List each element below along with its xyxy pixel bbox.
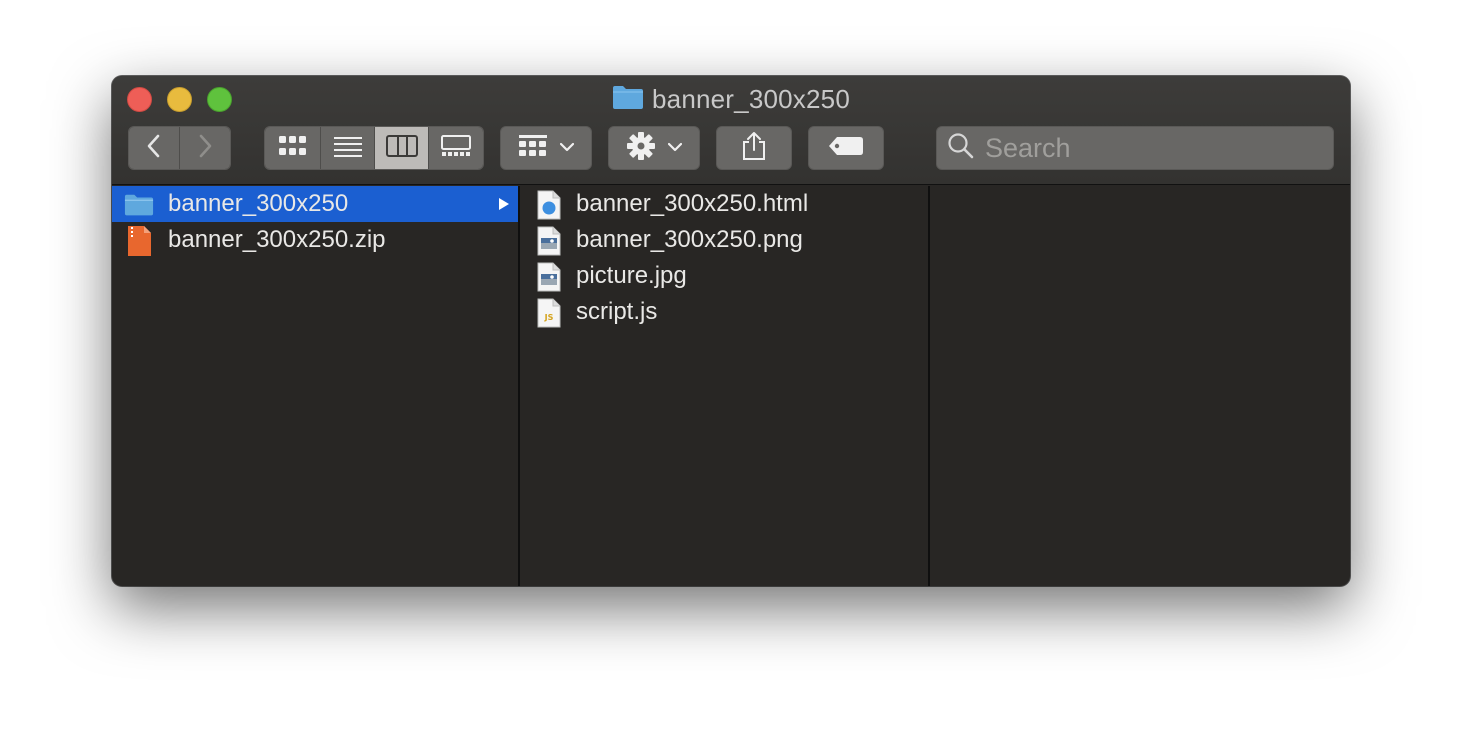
title-bar: banner_300x250: [112, 76, 1350, 185]
column-browser: banner_300x250 banner_300x250.zip banner…: [112, 186, 1350, 586]
share-button[interactable]: [716, 126, 792, 170]
chevron-down-icon: [559, 139, 575, 157]
chevron-down-icon: [667, 139, 683, 157]
column-view-button[interactable]: [375, 127, 429, 169]
action-menu-button[interactable]: [608, 126, 700, 170]
chevron-left-icon: [145, 133, 163, 164]
column-3-empty: [930, 186, 1350, 586]
folder-icon: [612, 84, 644, 115]
group-by-icon: [518, 134, 548, 163]
list-item-jpg[interactable]: picture.jpg: [520, 258, 928, 294]
share-icon: [741, 131, 767, 166]
list-view-button[interactable]: [321, 127, 375, 169]
list-item-png[interactable]: banner_300x250.png: [520, 222, 928, 258]
column-1: banner_300x250 banner_300x250.zip: [112, 186, 520, 586]
gallery-icon: [441, 134, 471, 162]
search-input[interactable]: [985, 132, 1325, 164]
folder-icon: [124, 190, 154, 220]
list-item-folder[interactable]: banner_300x250: [112, 186, 518, 222]
forward-button[interactable]: [179, 127, 230, 169]
list-item-js[interactable]: JS script.js: [520, 294, 928, 330]
html-file-icon: [534, 190, 564, 220]
list-item-label: banner_300x250: [168, 190, 349, 217]
list-item-label: banner_300x250.zip: [168, 226, 386, 253]
list-item-zip[interactable]: banner_300x250.zip: [112, 222, 518, 258]
image-file-icon: [534, 262, 564, 292]
zip-file-icon: [124, 226, 154, 256]
finder-window: banner_300x250 Search banner_300x250 ban…: [112, 76, 1350, 586]
back-button[interactable]: [129, 127, 180, 169]
list-item-label: script.js: [576, 298, 658, 325]
list-icon: [333, 135, 363, 162]
window-title: banner_300x250: [652, 83, 850, 114]
search-field[interactable]: [936, 126, 1334, 170]
tags-button[interactable]: [808, 126, 884, 170]
chevron-right-icon: [196, 133, 214, 164]
list-item-html[interactable]: banner_300x250.html: [520, 186, 928, 222]
column-2: banner_300x250.html banner_300x250.png p…: [520, 186, 930, 586]
group-by-button[interactable]: [500, 126, 592, 170]
tag-icon: [828, 136, 864, 161]
image-file-icon: [534, 226, 564, 256]
icon-view-button[interactable]: [265, 127, 321, 169]
disclosure-triangle-icon: [494, 194, 514, 214]
svg-text:JS: JS: [544, 313, 554, 322]
gallery-view-button[interactable]: [429, 127, 483, 169]
js-file-icon: JS: [534, 298, 564, 328]
navigation-buttons: [128, 126, 231, 170]
search-icon: [947, 132, 975, 165]
window-title-area: banner_300x250: [112, 84, 1350, 114]
grid-icon: [278, 135, 308, 162]
list-item-label: banner_300x250.html: [576, 190, 809, 217]
gear-icon: [626, 131, 656, 166]
list-item-label: banner_300x250.png: [576, 226, 803, 253]
columns-icon: [385, 134, 418, 162]
list-item-label: picture.jpg: [576, 262, 687, 289]
view-mode-control: [264, 126, 484, 170]
